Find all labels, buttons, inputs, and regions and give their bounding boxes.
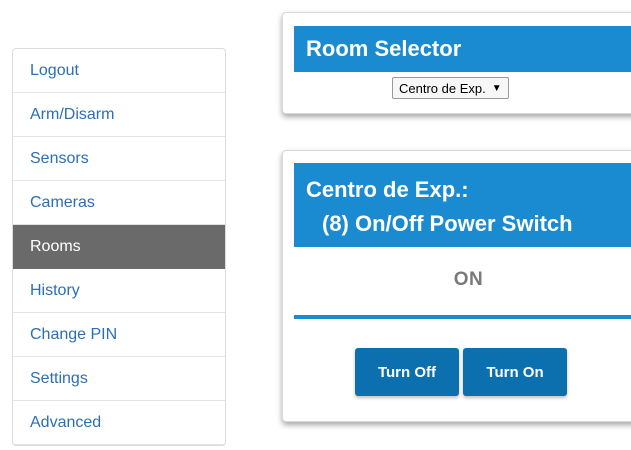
room-selector-panel: Room Selector Centro de Exp. ▼ [282, 12, 631, 114]
sidebar-item-advanced[interactable]: Advanced [13, 401, 225, 445]
device-panel-header: Centro de Exp.: (8) On/Off Power Switch [294, 163, 631, 247]
sidebar-item-logout[interactable]: Logout [13, 49, 225, 93]
sidebar-item-rooms[interactable]: Rooms [13, 225, 225, 269]
device-status: ON [453, 269, 484, 290]
sidebar-item-change-pin[interactable]: Change PIN [13, 313, 225, 357]
device-name: (8) On/Off Power Switch [322, 211, 573, 236]
sidebar-item-settings[interactable]: Settings [13, 357, 225, 401]
device-room-name: Centro de Exp.: [306, 177, 469, 202]
sidebar-nav: Logout Arm/Disarm Sensors Cameras Rooms … [12, 48, 226, 446]
turn-off-button[interactable]: Turn Off [355, 348, 459, 396]
turn-on-button[interactable]: Turn On [463, 348, 567, 396]
dropdown-arrow-icon: ▼ [491, 82, 502, 94]
room-selector-title: Room Selector [294, 26, 631, 72]
sidebar-item-history[interactable]: History [13, 269, 225, 313]
room-select-value: Centro de Exp. [399, 80, 486, 96]
sidebar-item-sensors[interactable]: Sensors [13, 137, 225, 181]
divider [294, 315, 631, 319]
sidebar-item-arm-disarm[interactable]: Arm/Disarm [13, 93, 225, 137]
room-select[interactable]: Centro de Exp. ▼ [392, 77, 509, 99]
device-panel: Centro de Exp.: (8) On/Off Power Switch … [282, 150, 631, 422]
sidebar-item-cameras[interactable]: Cameras [13, 181, 225, 225]
